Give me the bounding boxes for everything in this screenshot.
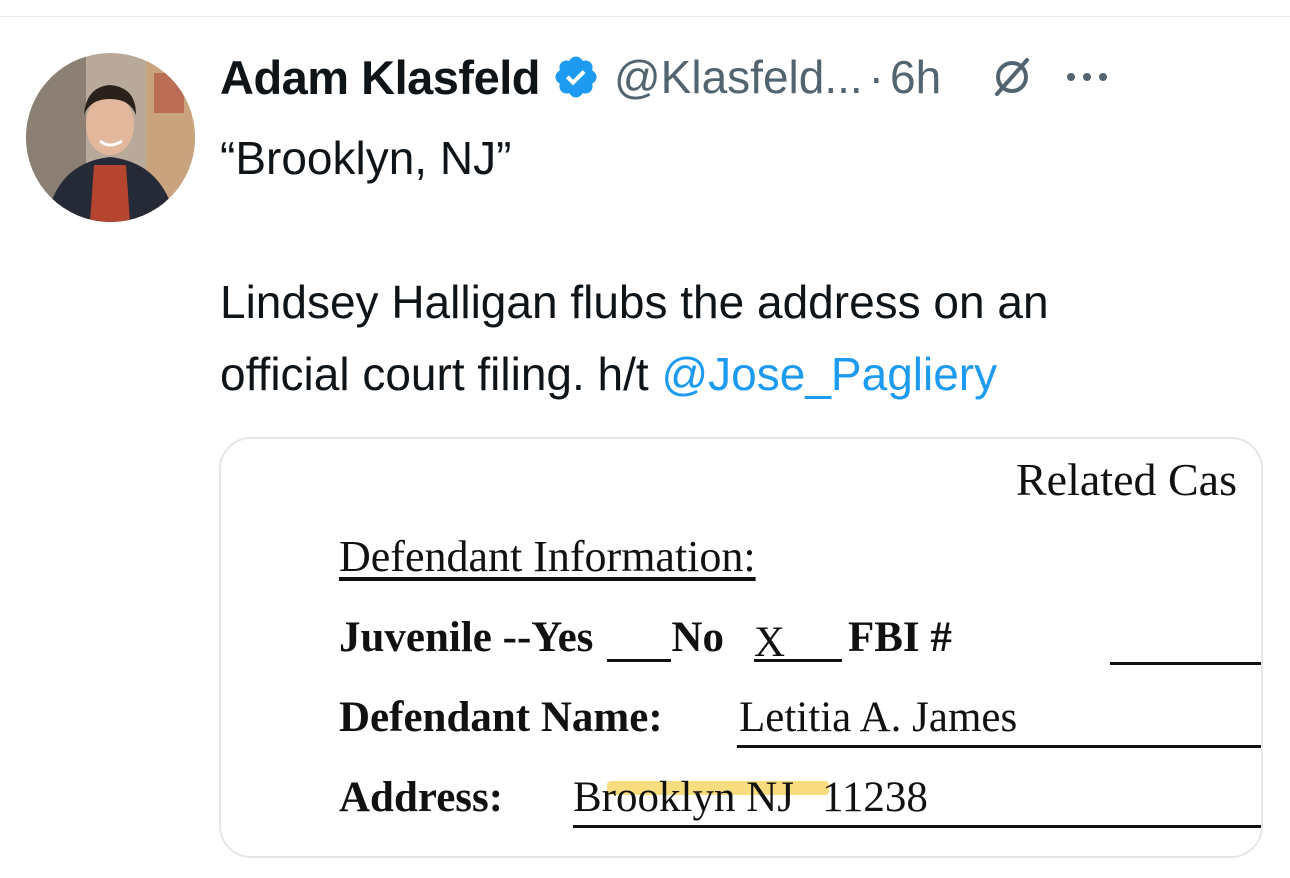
avatar-photo (26, 53, 195, 222)
tweet-text-line-2: Lindsey Halligan flubs the address on an (220, 276, 1049, 328)
verified-badge-icon (552, 53, 600, 101)
court-filing-image: Related Cas Defendant Information: Juven… (221, 439, 1261, 856)
doc-address-value: Brooklyn NJ (573, 774, 794, 821)
more-icon[interactable] (1065, 54, 1109, 100)
tweet-text-line-1: “Brooklyn, NJ” (220, 132, 512, 184)
doc-address-value-group: Brooklyn NJ 11238 (573, 773, 928, 822)
doc-no-label: No (671, 614, 724, 661)
doc-yes-blank (607, 618, 672, 662)
doc-no-blank: X (753, 618, 842, 666)
top-divider (0, 16, 1290, 17)
separator-dot: · (868, 51, 884, 103)
author-handle[interactable]: @Klasfeld... (614, 50, 863, 104)
doc-juvenile-label: Juvenile --Yes (339, 614, 594, 661)
tweet-text-line-3-prefix: official court filing. h/t (220, 348, 662, 400)
doc-name-value: Letitia A. James (739, 694, 1018, 741)
tweet-time[interactable]: 6h (890, 50, 941, 104)
doc-name-label: Defendant Name: (339, 694, 663, 741)
doc-section-heading: Defendant Information: (339, 532, 756, 581)
doc-address-underline (573, 825, 1261, 828)
doc-address-label: Address: (339, 774, 504, 821)
media-card[interactable]: Related Cas Defendant Information: Juven… (219, 437, 1263, 858)
author-name[interactable]: Adam Klasfeld (220, 50, 540, 105)
doc-fbi-blank (1110, 613, 1261, 665)
doc-fbi-label: FBI # (847, 614, 952, 661)
avatar[interactable] (26, 53, 195, 222)
tweet-text-line-3: official court filing. h/t @Jose_Paglier… (220, 338, 997, 410)
doc-related-cases: Related Cas (1016, 454, 1237, 505)
doc-zip-value: 11238 (821, 774, 928, 821)
doc-juvenile-row: Juvenile --Yes No X FBI # (339, 613, 952, 666)
tweet-header: Adam Klasfeld @Klasfeld... · 6h (220, 42, 1280, 112)
doc-no-value: X (753, 619, 786, 666)
grok-icon[interactable] (989, 54, 1035, 100)
doc-name-underline (737, 745, 1261, 748)
mention-link[interactable]: @Jose_Pagliery (661, 348, 997, 400)
